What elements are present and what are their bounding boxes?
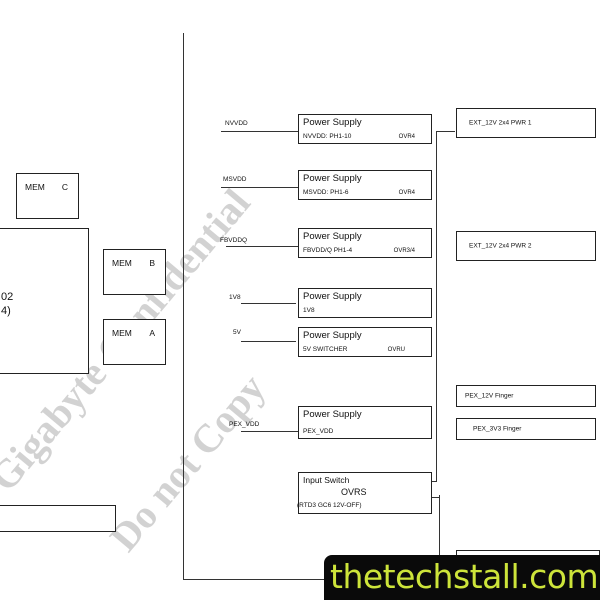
connector-ext-12v-pwr1: EXT_12V 2x4 PWR 1 [456, 108, 596, 138]
input-switch-title: Input Switch [303, 475, 350, 485]
mem-c-label: MEM [25, 182, 45, 192]
rail-label-5v: 5V [233, 329, 241, 336]
mem-a-letter: A [149, 328, 155, 338]
ps-5v-ovr: OVRU [387, 347, 405, 353]
board-right-border [439, 495, 440, 560]
rail-line-pex-vdd [241, 431, 298, 432]
rail-label-msvdd: MSVDD [223, 176, 247, 183]
power-supply-fbvddq: Power Supply FBVDD/Q PH1-4 OVR3/4 [298, 228, 432, 258]
mem-a-label: MEM [112, 328, 132, 338]
ps-5v-sub: 5V SWITCHER [303, 346, 348, 353]
power-supply-5v: Power Supply 5V SWITCHER OVRU [298, 327, 432, 357]
connector-ext-12v-pwr1-label: EXT_12V 2x4 PWR 1 [469, 119, 532, 127]
connector-pex-12v-finger-label: PEX_12V Finger [465, 392, 514, 400]
power-supply-msvdd: Power Supply MSVDD: PH1-6 OVR4 [298, 170, 432, 200]
connector-ext-12v-pwr2: EXT_12V 2x4 PWR 2 [456, 231, 596, 261]
ps-nvvdd-ovr: OVR4 [398, 134, 415, 140]
gpu-label-line1: 02 [1, 291, 14, 303]
connector-pex-3v3-finger: PEX_3V3 Finger [456, 418, 596, 440]
bus-stub-pwr1 [436, 131, 455, 132]
site-watermark-text: thetechstall.com [330, 557, 599, 596]
rail-line-1v8 [241, 303, 296, 304]
ps-nvvdd-sub: NVVDD: PH1-10 [303, 133, 352, 140]
power-supply-nvvdd: Power Supply NVVDD: PH1-10 OVR4 [298, 114, 432, 144]
ps-nvvdd-title: Power Supply [303, 117, 362, 128]
ps-fbvddq-sub: FBVDD/Q PH1-4 [303, 247, 353, 254]
ps-fbvddq-ovr: OVR3/4 [393, 248, 415, 254]
gpu-label-line2: 4) [1, 305, 11, 317]
rail-label-fbvddq: FBVDDQ [220, 237, 248, 244]
bottom-left-block [0, 505, 116, 532]
connector-pex-12v-finger: PEX_12V Finger [456, 385, 596, 407]
site-watermark-banner: thetechstall.com [324, 555, 600, 600]
watermark-do-not-copy: Do not Copy [100, 365, 274, 560]
input-switch: Input Switch OVRS (RTD3 GC6 12V-OFF) [297, 472, 432, 514]
input-switch-note: (RTD3 GC6 12V-OFF) [297, 502, 362, 509]
bus-stub-switch-lower [432, 497, 440, 498]
connector-ext-12v-pwr2-label: EXT_12V 2x4 PWR 2 [469, 242, 532, 250]
connector-pex-3v3-finger-label: PEX_3V3 Finger [473, 425, 522, 433]
gpu-block: 02 4) [0, 228, 89, 374]
ps-pex-vdd-title: Power Supply [303, 409, 362, 420]
power-supply-1v8: Power Supply 1V8 [298, 288, 432, 318]
ps-fbvddq-title: Power Supply [303, 231, 362, 242]
rail-line-fbvddq [226, 246, 298, 247]
rail-label-pex-vdd: PEX_VDD [229, 421, 260, 428]
rail-label-nvvdd: NVVDD [225, 120, 248, 127]
ps-msvdd-title: Power Supply [303, 173, 362, 184]
mem-c-block: MEM C [16, 173, 79, 219]
input-switch-part: OVRS [341, 487, 367, 497]
mem-b-letter: B [149, 258, 155, 268]
rail-label-1v8: 1V8 [229, 294, 241, 301]
bus-vertical [436, 131, 437, 482]
rail-line-msvdd [221, 187, 298, 188]
mem-b-label: MEM [112, 258, 132, 268]
board-left-border [183, 33, 184, 580]
mem-c-letter: C [61, 182, 68, 192]
ps-5v-title: Power Supply [303, 330, 362, 341]
ps-msvdd-sub: MSVDD: PH1-6 [303, 189, 349, 196]
ps-pex-vdd-sub: PEX_VDD [303, 428, 334, 435]
mem-b-block: MEM B [103, 249, 166, 295]
ps-1v8-sub: 1V8 [303, 307, 315, 314]
rail-line-nvvdd [221, 131, 298, 132]
ps-msvdd-ovr: OVR4 [398, 190, 415, 196]
rail-line-5v [241, 341, 296, 342]
power-supply-pex-vdd: Power Supply PEX_VDD [298, 406, 432, 439]
mem-a-block: MEM A [103, 319, 166, 365]
ps-1v8-title: Power Supply [303, 291, 362, 302]
